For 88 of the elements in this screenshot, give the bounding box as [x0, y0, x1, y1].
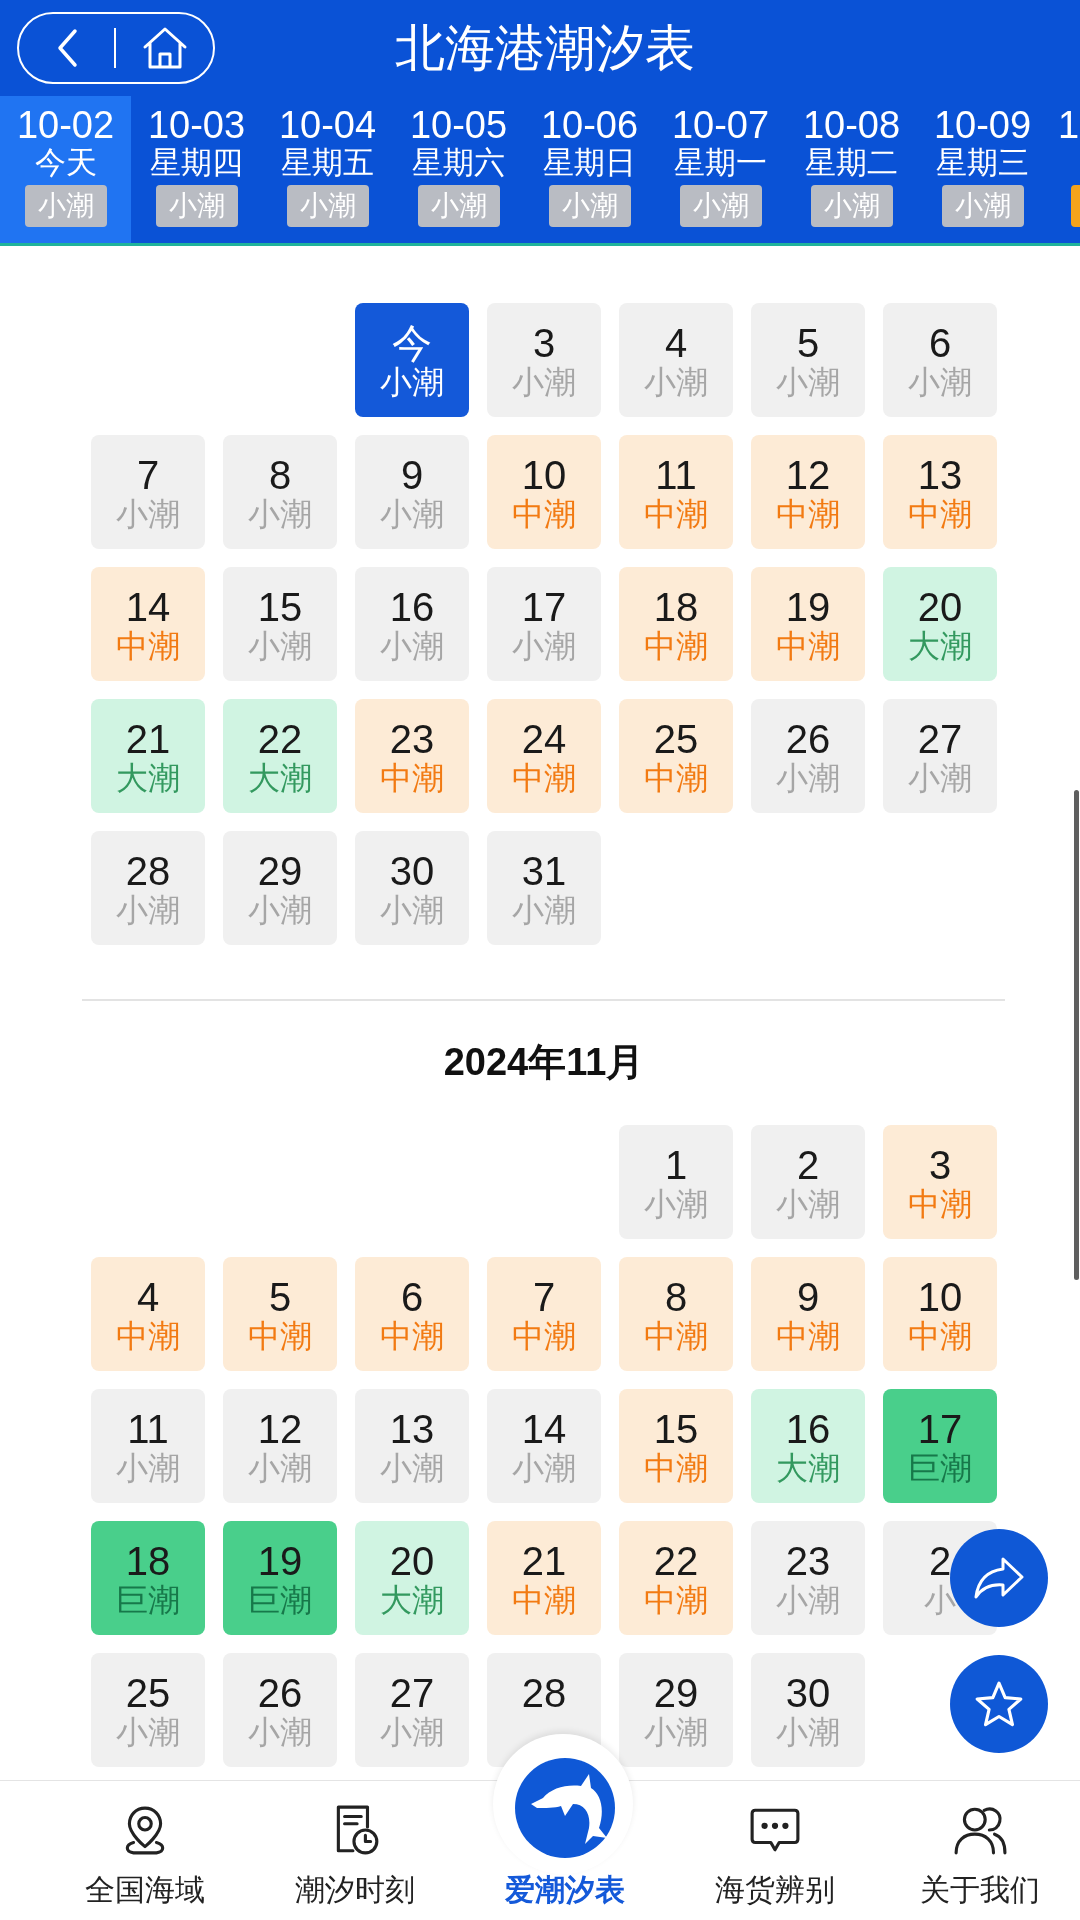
calendar-day[interactable]: 23 小潮 — [751, 1521, 865, 1635]
calendar-day[interactable]: 1 小潮 — [619, 1125, 733, 1239]
calendar-day[interactable]: 29 小潮 — [223, 831, 337, 945]
scrollbar-thumb[interactable] — [1074, 790, 1079, 1280]
date-tab[interactable]: 10-05 星期六 小潮 — [393, 96, 524, 243]
calendar-day[interactable]: 18 中潮 — [619, 567, 733, 681]
calendar-day[interactable]: 16 大潮 — [751, 1389, 865, 1503]
calendar-day[interactable]: 14 中潮 — [91, 567, 205, 681]
calendar-day[interactable]: 今 小潮 — [355, 303, 469, 417]
nav-tab[interactable]: 关于我们 — [880, 1804, 1080, 1920]
calendar-day[interactable]: 25 中潮 — [619, 699, 733, 813]
tide-badge: 小潮 — [941, 185, 1024, 227]
calendar-day[interactable]: 6 小潮 — [883, 303, 997, 417]
calendar-day[interactable]: 14 小潮 — [487, 1389, 601, 1503]
calendar-day[interactable]: 11 小潮 — [91, 1389, 205, 1503]
date-tab[interactable]: 10-03 星期四 小潮 — [131, 96, 262, 243]
calendar-day[interactable]: 4 小潮 — [619, 303, 733, 417]
tide-badge: 小潮 — [417, 185, 500, 227]
tide-badge: 小潮 — [810, 185, 893, 227]
date-tab[interactable]: 10-06 星期日 小潮 — [524, 96, 655, 243]
calendar-day[interactable]: 15 中潮 — [619, 1389, 733, 1503]
nav-tab[interactable]: 海货辨别 — [670, 1804, 880, 1920]
calendar-day[interactable]: 3 中潮 — [883, 1125, 997, 1239]
calendar-day[interactable]: 15 小潮 — [223, 567, 337, 681]
back-icon — [55, 28, 78, 68]
people-icon — [953, 1804, 1007, 1856]
calendar-day[interactable]: 7 中潮 — [487, 1257, 601, 1371]
tide-badge — [1071, 185, 1080, 227]
calendar-day[interactable]: 26 小潮 — [223, 1653, 337, 1767]
calendar-day[interactable]: 9 中潮 — [751, 1257, 865, 1371]
calendar-day[interactable]: 19 中潮 — [751, 567, 865, 681]
calendar-day[interactable]: 24 中潮 — [487, 699, 601, 813]
calendar-day[interactable]: 8 中潮 — [619, 1257, 733, 1371]
calendar-day[interactable]: 19 巨潮 — [223, 1521, 337, 1635]
calendar-day[interactable]: 28 小潮 — [91, 831, 205, 945]
calendar-day[interactable]: 22 大潮 — [223, 699, 337, 813]
calendar-day[interactable]: 26 小潮 — [751, 699, 865, 813]
calendar-day[interactable]: 27 小潮 — [355, 1653, 469, 1767]
date-tab[interactable]: 10-08 星期二 小潮 — [786, 96, 917, 243]
share-icon — [973, 1556, 1025, 1600]
calendar-day[interactable]: 2 小潮 — [751, 1125, 865, 1239]
calendar-day[interactable]: 13 小潮 — [355, 1389, 469, 1503]
calendar-day[interactable]: 30 小潮 — [751, 1653, 865, 1767]
calendar-day[interactable]: 6 中潮 — [355, 1257, 469, 1371]
calendar-day[interactable]: 4 中潮 — [91, 1257, 205, 1371]
calendar-day[interactable]: 21 中潮 — [487, 1521, 601, 1635]
date-tab[interactable]: 10-02 今天 小潮 — [0, 96, 131, 243]
star-icon — [975, 1681, 1023, 1727]
tide-badge: 小潮 — [286, 185, 369, 227]
calendar-day[interactable]: 29 小潮 — [619, 1653, 733, 1767]
calendar-day[interactable]: 8 小潮 — [223, 435, 337, 549]
calendar-day[interactable]: 20 大潮 — [883, 567, 997, 681]
calendar-day[interactable]: 22 中潮 — [619, 1521, 733, 1635]
calendar-day[interactable]: 31 小潮 — [487, 831, 601, 945]
date-tab[interactable]: 1 — [1048, 96, 1080, 243]
calendar-day[interactable]: 16 小潮 — [355, 567, 469, 681]
calendar-day[interactable]: 21 大潮 — [91, 699, 205, 813]
tide-badge: 小潮 — [679, 185, 762, 227]
calendar-day[interactable]: 17 小潮 — [487, 567, 601, 681]
nav-tab[interactable]: 全国海域 — [40, 1804, 250, 1920]
calendar-day[interactable]: 30 小潮 — [355, 831, 469, 945]
calendar-day[interactable]: 12 中潮 — [751, 435, 865, 549]
tide-badge: 小潮 — [155, 185, 238, 227]
calendar-day[interactable]: 7 小潮 — [91, 435, 205, 549]
calendar-day[interactable]: 10 中潮 — [487, 435, 601, 549]
date-tab[interactable]: 10-07 星期一 小潮 — [655, 96, 786, 243]
dolphin-icon — [515, 1758, 615, 1858]
calendar-day[interactable]: 11 中潮 — [619, 435, 733, 549]
tide-badge: 小潮 — [548, 185, 631, 227]
page-title: 北海港潮汐表 — [395, 19, 695, 78]
calendar-day[interactable]: 12 小潮 — [223, 1389, 337, 1503]
date-tab[interactable]: 10-09 星期三 小潮 — [917, 96, 1048, 243]
tide-badge: 小潮 — [24, 185, 107, 227]
nav-tab[interactable]: 潮汐时刻 — [250, 1804, 460, 1920]
calendar-day[interactable]: 3 小潮 — [487, 303, 601, 417]
calendar-day[interactable]: 10 中潮 — [883, 1257, 997, 1371]
calendar-day[interactable]: 13 中潮 — [883, 435, 997, 549]
calendar-day[interactable]: 9 小潮 — [355, 435, 469, 549]
calendar-day[interactable]: 18 巨潮 — [91, 1521, 205, 1635]
calendar-day[interactable]: 25 小潮 — [91, 1653, 205, 1767]
calendar-day[interactable]: 17 巨潮 — [883, 1389, 997, 1503]
calendar-day[interactable]: 23 中潮 — [355, 699, 469, 813]
calendar-day[interactable]: 5 小潮 — [751, 303, 865, 417]
date-tab[interactable]: 10-04 星期五 小潮 — [262, 96, 393, 243]
calendar-day[interactable]: 5 中潮 — [223, 1257, 337, 1371]
calendar-day[interactable]: 20 大潮 — [355, 1521, 469, 1635]
month-title: 2024年11月 — [443, 1040, 645, 1084]
calendar-day[interactable]: 27 小潮 — [883, 699, 997, 813]
